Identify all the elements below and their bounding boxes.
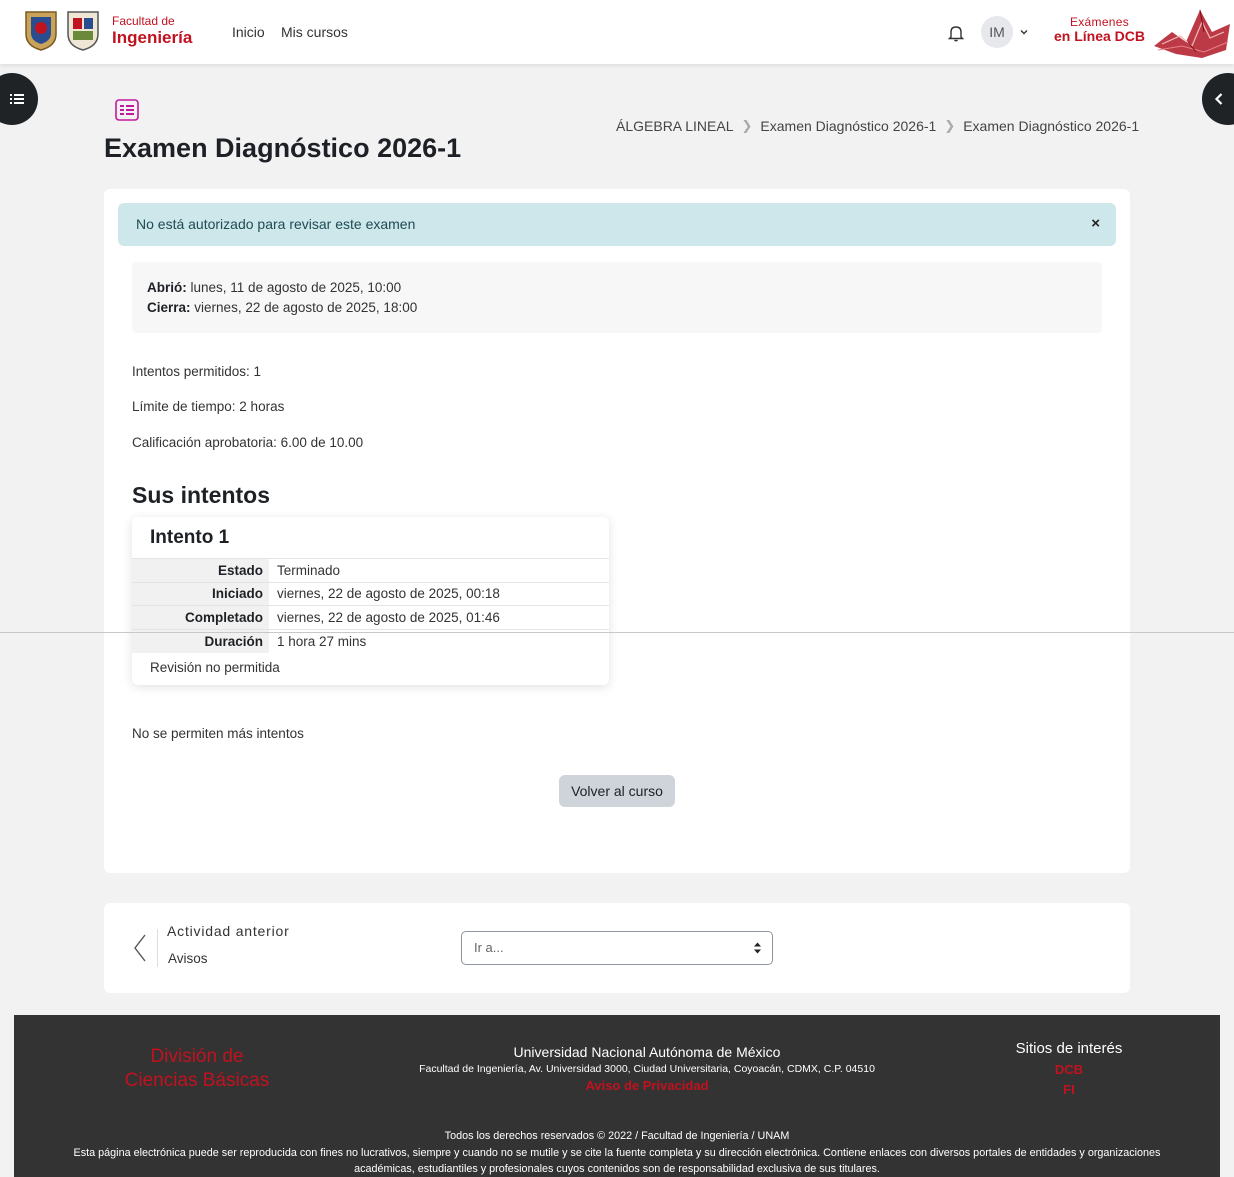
footer-legal: Todos los derechos reservados © 2022 / F… (14, 1128, 1220, 1177)
table-row: Iniciado viernes, 22 de agosto de 2025, … (132, 582, 609, 606)
course-index-toggle[interactable] (0, 73, 38, 125)
site-link-dcb[interactable]: DCB (1004, 1062, 1134, 1077)
footer-disclaimer-2: académicas, estudiantiles y profesionale… (354, 1163, 880, 1175)
breadcrumb-course[interactable]: ÁLGEBRA LINEAL (616, 118, 734, 134)
nav-inicio[interactable]: Inicio (232, 24, 265, 40)
main-content-card: No está autorizado para revisar este exa… (104, 189, 1130, 873)
logo-small-text: Facultad de (112, 13, 175, 28)
footer-address: Facultad de Ingeniería, Av. Universidad … (419, 1063, 875, 1075)
brand-surface-graphic (1154, 9, 1230, 58)
table-row: Estado Terminado (132, 558, 609, 582)
alert-message: No está autorizado para revisar este exa… (118, 203, 1116, 246)
no-more-attempts: No se permiten más intentos (132, 726, 304, 741)
quiz-activity-icon (115, 99, 139, 121)
attempt-row-value: viernes, 22 de agosto de 2025, 00:18 (277, 586, 500, 602)
attempt-row-label: Iniciado (132, 582, 269, 606)
footer-disclaimer: Esta página electrónica puede ser reprod… (73, 1146, 1161, 1159)
previous-activity-label: Actividad anterior (167, 923, 290, 939)
site-link-fi[interactable]: FI (1004, 1082, 1134, 1097)
site-footer: División de Ciencias Básicas Universidad… (14, 1015, 1220, 1177)
table-row: Completado viernes, 22 de agosto de 2025… (132, 605, 609, 629)
close-date-value: viernes, 22 de agosto de 2025, 18:00 (194, 300, 418, 315)
top-navbar: Facultad de Ingeniería Inicio Mis cursos… (0, 0, 1234, 64)
screenshot-seam-line (0, 632, 1234, 633)
footer-dcb-line1: División de (150, 1046, 244, 1067)
chevron-left-icon (1214, 93, 1223, 105)
attempt-row-label: Completado (132, 605, 269, 629)
chevron-left-icon[interactable] (132, 933, 148, 963)
attempt-summary-card: Intento 1 Estado Terminado Iniciado vier… (132, 517, 609, 685)
footer-rights: Todos los derechos reservados © 2022 / F… (444, 1130, 790, 1142)
breadcrumb: ÁLGEBRA LINEAL ❯ Examen Diagnóstico 2026… (616, 118, 1139, 134)
chevron-down-icon[interactable] (1019, 27, 1029, 37)
attempt-row-value: viernes, 22 de agosto de 2025, 01:46 (277, 609, 500, 625)
activity-dates: Abrió: lunes, 11 de agosto de 2025, 10:0… (132, 262, 1102, 333)
privacy-link[interactable]: Aviso de Privacidad (374, 1078, 920, 1093)
review-status: Revisión no permitida (150, 660, 280, 675)
breadcrumb-section[interactable]: Examen Diagnóstico 2026-1 (760, 118, 936, 134)
brand-bottom-text: en Línea DCB (1054, 28, 1146, 45)
fi-shield-logo (67, 11, 99, 51)
back-to-course-button[interactable]: Volver al curso (559, 775, 675, 807)
alert-text: No está autorizado para revisar este exa… (136, 216, 416, 232)
jump-to-select[interactable]: Ir a... (461, 931, 773, 965)
nav-mis-cursos[interactable]: Mis cursos (281, 24, 348, 40)
open-date-label: Abrió: (147, 280, 187, 295)
site-logo[interactable]: Facultad de Ingeniería (22, 8, 192, 52)
user-avatar[interactable]: IM (981, 16, 1013, 48)
unam-shield-logo (25, 11, 57, 51)
attempt-row-label: Estado (132, 558, 269, 582)
attempts-heading: Sus intentos (132, 482, 271, 508)
attempt-row-value: Terminado (277, 562, 341, 578)
divider (157, 929, 158, 967)
previous-activity-link[interactable]: Avisos (168, 951, 208, 966)
attempt-table: Estado Terminado Iniciado viernes, 22 de… (132, 558, 609, 653)
footer-sites: Sitios de interés DCB FI (1004, 1040, 1134, 1097)
list-icon (10, 94, 24, 104)
sites-title: Sitios de interés (1015, 1040, 1123, 1057)
breadcrumb-current: Examen Diagnóstico 2026-1 (963, 118, 1140, 134)
attempt-title: Intento 1 (150, 527, 230, 548)
jump-to-placeholder: Ir a... (474, 940, 504, 955)
attempts-allowed: Intentos permitidos: 1 (132, 364, 262, 379)
open-date-value: lunes, 11 de agosto de 2025, 10:00 (190, 280, 402, 295)
footer-dcb-line2: Ciencias Básicas (124, 1070, 270, 1091)
breadcrumb-separator-icon: ❯ (944, 118, 956, 133)
footer-unam: Universidad Nacional Autónoma de México (513, 1044, 781, 1060)
passing-grade: Calificación aprobatoria: 6.00 de 10.00 (132, 435, 364, 450)
time-limit: Límite de tiempo: 2 horas (132, 399, 285, 414)
breadcrumb-separator-icon: ❯ (741, 118, 753, 133)
footer-dcb-title[interactable]: División de Ciencias Básicas (112, 1045, 282, 1093)
activity-navigation: Actividad anterior Avisos Ir a... (104, 903, 1130, 993)
select-arrows-icon (754, 942, 761, 954)
examenes-brand[interactable]: Exámenes en Línea DCB (1054, 15, 1146, 45)
block-drawer-toggle[interactable] (1202, 73, 1234, 125)
logo-big-text: Ingeniería (112, 27, 193, 47)
bell-icon[interactable] (948, 24, 964, 42)
close-date-label: Cierra: (147, 300, 191, 315)
footer-institution: Universidad Nacional Autónoma de México … (374, 1044, 920, 1093)
page-title: Examen Diagnóstico 2026-1 (104, 133, 462, 163)
close-icon[interactable]: × (1091, 215, 1100, 232)
